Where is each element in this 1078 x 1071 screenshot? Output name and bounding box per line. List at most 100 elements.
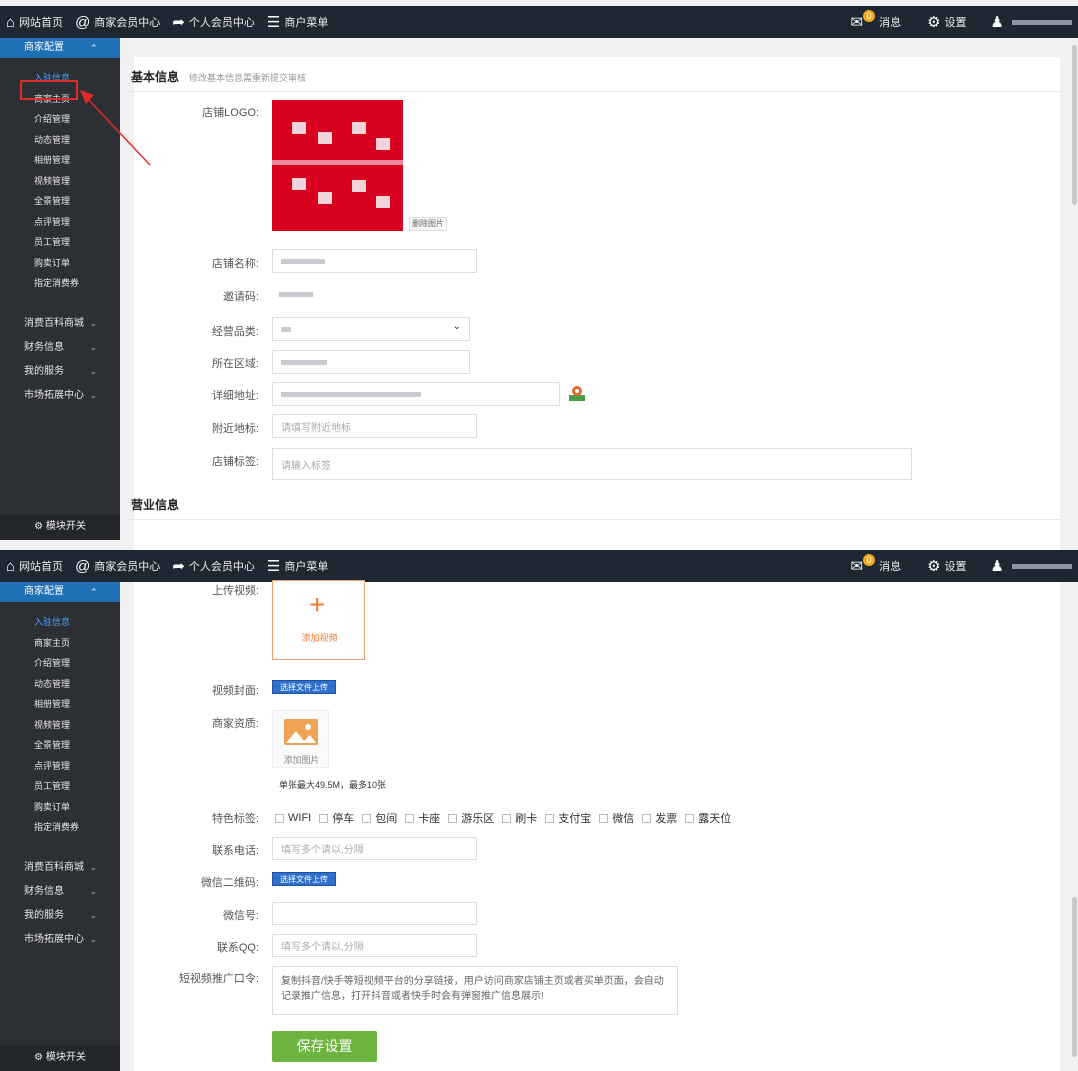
module-switch[interactable]: ⚙ 模块开关 (0, 514, 120, 540)
sidebar-item-staff[interactable]: 员工管理 (0, 232, 120, 253)
checkbox-card[interactable] (502, 813, 512, 823)
sidebar-item-album[interactable]: 相册管理 (0, 694, 120, 715)
message-badge: 0 (863, 10, 876, 22)
sidebar-item-coupons[interactable]: 指定消费券 (0, 273, 120, 294)
sidebar-item-coupons[interactable]: 指定消费券 (0, 817, 120, 838)
nav-merchant-member[interactable]: @ 商家会员中心 (69, 6, 166, 38)
save-settings-button[interactable]: 保存设置 (272, 1031, 377, 1062)
nav-settings[interactable]: ⚙ 设置 (921, 550, 972, 582)
region-input[interactable] (272, 350, 470, 374)
sidebar-section-finance[interactable]: 财务信息 ⌄ (0, 336, 120, 360)
chevron-up-icon: ⌃ (90, 587, 98, 597)
sidebar-item-reviews[interactable]: 点评管理 (0, 756, 120, 777)
sidebar-section-services[interactable]: 我的服务 ⌄ (0, 360, 120, 384)
divider (126, 519, 1060, 520)
feature-tags-label: 特色标签: (211, 813, 259, 825)
nav-personal-member[interactable]: ➦ 个人会员中心 (166, 550, 261, 582)
add-video-button[interactable]: + 添加视频 (272, 580, 365, 660)
nav-merchant-member[interactable]: @ 商家会员中心 (69, 550, 166, 582)
sidebar-item-orders[interactable]: 购卖订单 (0, 797, 120, 818)
nav-merchant-menu[interactable]: ☰ 商户菜单 (261, 6, 334, 38)
image-icon (284, 719, 318, 745)
map-pin-icon[interactable] (568, 384, 586, 402)
qualification-label: 商家资质: (211, 718, 259, 730)
sidebar-item-intro[interactable]: 介绍管理 (0, 109, 120, 130)
share-arrow-icon: ➦ (172, 558, 185, 575)
sidebar-item-news[interactable]: 动态管理 (0, 130, 120, 151)
highlight-box (20, 80, 78, 100)
user-icon: ♟ (990, 558, 1004, 575)
landmark-input[interactable]: 请填写附近地标 (272, 414, 477, 438)
add-image-button[interactable]: 添加图片 (272, 710, 329, 768)
sidebar-item-staff[interactable]: 员工管理 (0, 776, 120, 797)
sidebar-item-join-info[interactable]: 入驻信息 (0, 612, 120, 633)
scrollbar[interactable] (1072, 897, 1077, 1057)
sidebar-item-album[interactable]: 相册管理 (0, 150, 120, 171)
sidebar-section-market[interactable]: 市场拓展中心 ⌄ (0, 384, 120, 408)
upload-limit-tip: 单张最大49.5M，最多10张 (279, 780, 387, 790)
sidebar-section-finance[interactable]: 财务信息 ⌄ (0, 880, 120, 904)
sidebar-group-merchant-config[interactable]: 商家配置 ⌃ (0, 582, 120, 602)
sidebar-section-services[interactable]: 我的服务 ⌄ (0, 904, 120, 928)
checkbox-wifi[interactable] (275, 813, 284, 823)
store-name-label: 店铺名称: (211, 258, 259, 270)
checkbox-private-room[interactable] (362, 813, 372, 823)
sidebar-group-merchant-config[interactable]: 商家配置 ⌃ (0, 38, 120, 58)
address-label: 详细地址: (211, 390, 259, 402)
region-label: 所在区域: (211, 358, 259, 370)
sidebar-item-video[interactable]: 视频管理 (0, 715, 120, 736)
blurred-value (281, 258, 325, 264)
nav-personal-member[interactable]: ➦ 个人会员中心 (166, 6, 261, 38)
checkbox-booth[interactable] (405, 813, 415, 823)
sidebar-item-reviews[interactable]: 点评管理 (0, 212, 120, 233)
nav-messages[interactable]: ✉ 0 消息 (845, 6, 908, 38)
scrollbar[interactable] (1072, 45, 1077, 205)
nav-settings[interactable]: ⚙ 设置 (921, 6, 972, 38)
phone-input[interactable]: 填写多个请以,分隔 (272, 837, 477, 860)
store-name-input[interactable] (272, 249, 477, 273)
module-switch[interactable]: ⚙ 模块开关 (0, 1045, 120, 1071)
qq-input[interactable]: 填写多个请以,分隔 (272, 934, 477, 957)
sidebar-section-mall[interactable]: 消费百科商城 ⌄ (0, 312, 120, 336)
sidebar-item-orders[interactable]: 购卖订单 (0, 253, 120, 274)
video-cover-label: 视频封面: (211, 685, 259, 697)
checkbox-play-area[interactable] (448, 813, 458, 823)
wechat-id-input[interactable] (272, 902, 477, 925)
store-tag-label: 店铺标签: (211, 456, 259, 468)
promo-code-textarea[interactable]: 复制抖音/快手等短视频平台的分享链接，用户访问商家店铺主页或者买单页面，会自动记… (272, 966, 678, 1015)
menu-icon: ☰ (266, 14, 281, 31)
nav-merchant-menu[interactable]: ☰ 商户菜单 (261, 550, 334, 582)
sidebar-item-news[interactable]: 动态管理 (0, 674, 120, 695)
checkbox-alipay[interactable] (545, 813, 555, 823)
sidebar-item-intro[interactable]: 介绍管理 (0, 653, 120, 674)
nav-home[interactable]: ⌂ 网站首页 (0, 6, 69, 38)
sidebar-item-video[interactable]: 视频管理 (0, 171, 120, 192)
nav-home[interactable]: ⌂ 网站首页 (0, 550, 69, 582)
checkbox-wechat[interactable] (599, 813, 609, 823)
sidebar-item-panorama[interactable]: 全景管理 (0, 735, 120, 756)
sidebar-item-panorama[interactable]: 全景管理 (0, 191, 120, 212)
sidebar-section-market[interactable]: 市场拓展中心 ⌄ (0, 928, 120, 952)
nav-messages[interactable]: ✉ 0 消息 (845, 550, 908, 582)
sidebar-item-homepage[interactable]: 商家主页 (0, 633, 120, 654)
store-tag-input[interactable]: 请输入标签 (272, 448, 912, 480)
address-input[interactable] (272, 382, 560, 406)
chevron-down-icon: ⌄ (90, 862, 97, 872)
delete-image-button[interactable]: 删除图片 (409, 217, 447, 231)
chevron-down-icon: ⌄ (90, 910, 97, 920)
landmark-label: 附近地标: (211, 423, 259, 435)
feature-tags-group: WIFI 停车 包间 卡座 游乐区 刷卡 支付宝 微信 发票 露天位 (272, 810, 731, 826)
category-select[interactable]: ⌄ (272, 317, 470, 341)
sidebar-section-mall[interactable]: 消费百科商城 ⌄ (0, 856, 120, 880)
nav-user[interactable]: ♟ (985, 550, 1078, 582)
store-logo-image (272, 100, 403, 231)
video-cover-upload-button[interactable]: 选择文件上传 (272, 680, 336, 694)
checkbox-parking[interactable] (319, 813, 329, 823)
user-icon: ♟ (990, 14, 1004, 31)
checkbox-outdoor[interactable] (685, 813, 695, 823)
nav-user[interactable]: ♟ (985, 6, 1078, 38)
chevron-down-icon: ⌄ (90, 342, 97, 352)
checkbox-invoice[interactable] (642, 813, 652, 823)
wechat-qr-upload-button[interactable]: 选择文件上传 (272, 872, 336, 886)
qq-label: 联系QQ: (216, 942, 259, 954)
